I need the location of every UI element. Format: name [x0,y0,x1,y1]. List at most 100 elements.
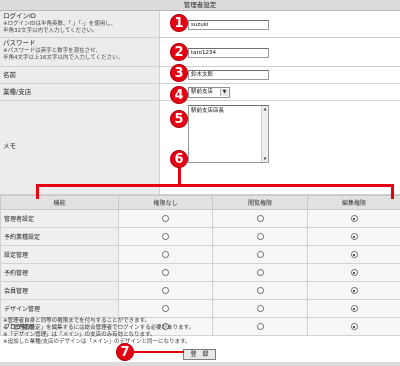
permission-function-label: 会員管理 [0,281,119,300]
header-no-permission: 権限なし [118,195,213,210]
register-button[interactable]: 登 録 [183,349,216,360]
header-function: 機能 [0,195,119,210]
memo-value-cell: 駅前支店店長 ▲ ▼ [160,101,400,194]
permission-function-label: デザイン管理 [0,299,119,318]
footer-bar [0,362,400,366]
memo-row: メモ 駅前支店店長 ▲ ▼ [0,101,400,195]
callout-6-bracket-left [36,184,39,199]
notes-block: ※管理者自身と同等の権限までを付与することができます。 ※「管理者設定」を編集す… [3,318,363,346]
radio-edit-permission[interactable] [350,215,358,222]
password-label-cell: パスワード ※パスワードは英字と数字を混在させ、 半角4文字以上16文字以内で入… [0,38,160,66]
radio-no-permission[interactable] [162,305,169,312]
memo-scrollbar[interactable]: ▲ ▼ [261,106,268,162]
name-row: 名前 鈴木太郎 [0,67,400,84]
radio-edit-permission[interactable] [350,305,358,312]
permission-cell [118,209,213,228]
table-row: 予約業種設定 [0,227,400,246]
branch-select[interactable]: 駅前支店 ▼ [188,87,230,98]
radio-no-permission[interactable] [162,215,169,222]
branch-selected-value: 駅前支店 [191,89,214,95]
login-id-input[interactable]: suzuki [188,20,269,30]
admin-settings-page: 管理者設定 ログインID ※ログインIDは半角英数、「.」「-」を使用し、 半角… [0,0,400,366]
callout-badge-7: 7 [116,343,134,361]
name-label-cell: 名前 [0,67,160,83]
radio-view-permission[interactable] [256,233,264,240]
radio-no-permission[interactable] [162,287,169,294]
permission-cell [307,281,400,300]
table-row: 予約管理 [0,263,400,282]
header-view-permission: 閲覧権限 [212,195,308,210]
permission-cell [212,227,308,246]
radio-view-permission[interactable] [256,269,264,276]
callout-7-connector [134,351,184,353]
login-id-note-1: ※ログインIDは半角英数、「.」「-」を使用し、 [3,20,117,27]
permission-function-label: 設定管理 [0,245,119,264]
name-label: 名前 [3,71,16,79]
callout-badge-2: 2 [170,43,188,61]
page-title: 管理者設定 [0,0,400,11]
radio-edit-permission[interactable] [350,287,358,294]
password-note-2: 半角4文字以上16文字以内で入力してください。 [3,54,124,61]
password-label: パスワード [3,39,36,47]
radio-view-permission[interactable] [256,215,264,222]
memo-text: 駅前支店店長 [191,108,225,114]
permission-cell [307,209,400,228]
callout-badge-5: 5 [170,110,188,128]
radio-edit-permission[interactable] [350,233,358,240]
note-line: ※管理者自身と同等の権限までを付与することができます。 [3,318,151,324]
permissions-table: 機能 権限なし 閲覧権限 編集権限 管理者設定 予約業種設定 設定管理 予約管理 会員管… [0,195,400,336]
permission-cell [118,263,213,282]
memo-label-cell: メモ [0,101,160,194]
radio-view-permission[interactable] [256,287,264,294]
table-row: 管理者設定 [0,209,400,228]
permission-function-label: 管理者設定 [0,209,119,228]
scroll-up-icon[interactable]: ▲ [262,106,268,112]
login-id-label: ログインID [3,12,36,20]
permission-cell [212,263,308,282]
radio-view-permission[interactable] [256,305,264,312]
login-id-note-2: 半角32文字以内で入力してください。 [3,27,98,34]
name-value-cell: 鈴木太郎 [160,67,400,83]
permission-cell [307,299,400,318]
chevron-down-icon[interactable]: ▼ [220,89,228,96]
permission-cell [118,227,213,246]
scroll-down-icon[interactable]: ▼ [262,156,268,162]
radio-view-permission[interactable] [256,251,264,258]
password-note-1: ※パスワードは英字と数字を混在させ、 [3,47,102,54]
callout-6-bracket-top [36,184,394,187]
permission-cell [212,245,308,264]
callout-badge-3: 3 [170,64,188,82]
callout-badge-6: 6 [170,150,188,168]
password-input[interactable]: taro1234 [188,48,269,58]
login-id-row: ログインID ※ログインIDは半角英数、「.」「-」を使用し、 半角32文字以内… [0,11,400,38]
branch-row: 業種/支店 駅前支店 ▼ [0,84,400,101]
table-row: 設定管理 [0,245,400,264]
header-edit-permission: 編集権限 [307,195,400,210]
password-value-cell: taro1234 [160,38,400,66]
permission-function-label: 予約業種設定 [0,227,119,246]
branch-label-cell: 業種/支店 [0,84,160,100]
branch-label: 業種/支店 [3,88,32,96]
radio-edit-permission[interactable] [350,269,358,276]
password-row: パスワード ※パスワードは英字と数字を混在させ、 半角4文字以上16文字以内で入… [0,38,400,67]
permission-function-label: 予約管理 [0,263,119,282]
permission-cell [212,281,308,300]
permissions-header-row: 機能 権限なし 閲覧権限 編集権限 [0,195,400,210]
permission-cell [212,299,308,318]
permission-cell [118,281,213,300]
memo-textarea[interactable]: 駅前支店店長 ▲ ▼ [188,105,269,163]
name-input[interactable]: 鈴木太郎 [188,70,269,80]
branch-value-cell: 駅前支店 ▼ [160,84,400,100]
callout-6-bracket-right [391,184,394,199]
table-row: デザイン管理 [0,299,400,318]
permission-cell [307,263,400,282]
permission-cell [307,227,400,246]
callout-badge-1: 1 [170,14,188,32]
radio-no-permission[interactable] [162,233,169,240]
login-id-value-cell: suzuki [160,11,400,37]
radio-no-permission[interactable] [162,269,169,276]
radio-no-permission[interactable] [162,251,169,258]
note-line: ※「管理者設定」を編集するには総合管理者でログインする必要があります。 [3,325,195,331]
memo-label: メモ [3,142,16,150]
radio-edit-permission[interactable] [350,251,358,258]
